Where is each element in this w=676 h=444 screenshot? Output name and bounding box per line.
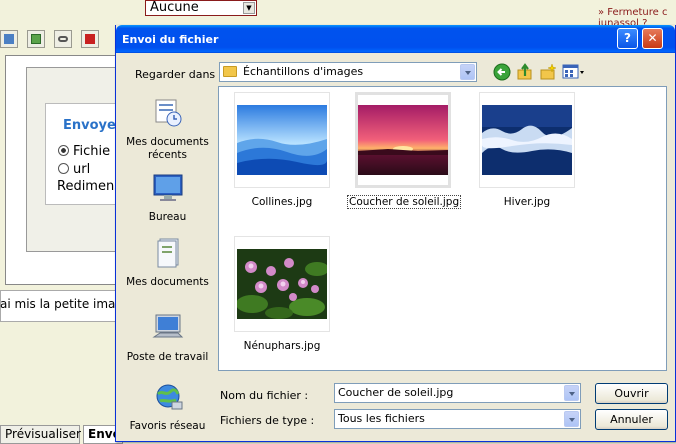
resize-label: Redimens xyxy=(57,179,121,194)
new-folder-icon[interactable] xyxy=(539,63,557,81)
filename-input[interactable]: Coucher de soleil.jpg xyxy=(334,383,581,403)
back-icon[interactable] xyxy=(493,63,511,81)
help-button[interactable]: ? xyxy=(617,28,638,49)
file-upload-dialog: Envoi du fichier ? ✕ Regarder dans : Éch… xyxy=(115,25,676,442)
places-bar: Mes documents récents Bureau Mes documen… xyxy=(121,88,214,433)
place-my-documents-label: Mes documents xyxy=(126,276,209,288)
folder-icon xyxy=(223,66,237,77)
file-thumbnail xyxy=(234,92,330,188)
message-text: ai mis la petite ima xyxy=(0,297,116,311)
filename-label: Nom du fichier : xyxy=(220,389,309,402)
my-computer-icon xyxy=(151,314,183,338)
place-recent-documents[interactable]: Mes documents récents xyxy=(121,98,214,162)
sunset-image xyxy=(358,105,448,175)
desktop-icon xyxy=(153,174,182,201)
file-name: Coucher de soleil.jpg xyxy=(346,195,462,209)
place-my-computer[interactable]: Poste de travail xyxy=(121,313,214,364)
filetype-label: Fichiers de type : xyxy=(220,414,315,427)
close-button[interactable]: ✕ xyxy=(642,28,663,49)
insert-table-icon[interactable] xyxy=(0,30,18,48)
place-recent-label: Mes documents récents xyxy=(126,136,209,161)
place-network[interactable]: Favoris réseau xyxy=(121,382,214,433)
look-in-select[interactable]: Échantillons d'images xyxy=(219,62,477,82)
file-name: Hiver.jpg xyxy=(503,196,551,208)
filetype-value: Tous les fichiers xyxy=(338,412,425,425)
chevron-down-icon[interactable] xyxy=(460,64,475,80)
place-my-computer-label: Poste de travail xyxy=(126,351,209,363)
radio-url[interactable]: url xyxy=(58,162,90,177)
file-thumbnail xyxy=(234,236,330,332)
file-item-selected[interactable]: Coucher de soleil.jpg xyxy=(346,92,462,209)
radio-checked-icon xyxy=(58,145,69,156)
file-item[interactable]: Collines.jpg xyxy=(227,92,337,208)
insert-image-icon[interactable] xyxy=(27,30,45,48)
file-name: Nénuphars.jpg xyxy=(243,340,321,352)
view-menu-icon[interactable] xyxy=(562,63,586,81)
look-in-label: Regarder dans : xyxy=(135,68,223,81)
dialog-titlebar[interactable]: Envoi du fichier ? ✕ xyxy=(116,25,675,53)
look-in-value: Échantillons d'images xyxy=(243,65,364,78)
file-item[interactable]: Hiver.jpg xyxy=(472,92,582,208)
filetype-select[interactable]: Tous les fichiers xyxy=(334,409,581,429)
filename-value: Coucher de soleil.jpg xyxy=(338,386,454,399)
background-select-value: Aucune xyxy=(150,0,199,15)
water-lilies-image xyxy=(237,249,327,319)
tab-preview[interactable]: Prévisualiser xyxy=(0,425,81,444)
place-desktop[interactable]: Bureau xyxy=(121,173,214,224)
chevron-down-icon[interactable] xyxy=(564,385,579,401)
chevron-down-icon[interactable] xyxy=(564,411,579,427)
upload-box-title: Envoye xyxy=(63,118,116,133)
background-link-line1: » Fermeture c xyxy=(598,7,668,18)
radio-file-label: Fichie xyxy=(73,144,111,159)
chevron-down-icon: ▼ xyxy=(243,2,255,14)
dialog-title: Envoi du fichier xyxy=(122,33,219,46)
up-folder-icon[interactable] xyxy=(516,63,534,81)
cancel-button[interactable]: Annuler xyxy=(595,409,668,430)
winter-image xyxy=(482,105,572,175)
place-desktop-label: Bureau xyxy=(148,211,187,223)
radio-unchecked-icon xyxy=(58,163,69,174)
editor-toolbar xyxy=(0,30,120,50)
insert-link-icon[interactable] xyxy=(54,30,72,48)
upload-box: Envoye Fichie url Redimens xyxy=(45,103,125,205)
my-documents-icon xyxy=(157,238,178,268)
radio-file[interactable]: Fichie xyxy=(58,144,110,159)
open-button[interactable]: Ouvrir xyxy=(595,383,668,404)
file-thumbnail xyxy=(355,92,451,188)
file-name: Collines.jpg xyxy=(251,196,313,208)
file-thumbnail xyxy=(479,92,575,188)
radio-url-label: url xyxy=(73,162,91,177)
place-my-documents[interactable]: Mes documents xyxy=(121,238,214,289)
place-network-label: Favoris réseau xyxy=(129,420,206,432)
hills-image xyxy=(237,105,327,175)
network-places-icon xyxy=(156,384,182,410)
file-item[interactable]: Nénuphars.jpg xyxy=(227,236,337,352)
background-select[interactable]: Aucune ▼ xyxy=(145,0,257,16)
file-list[interactable]: Collines.jpg Coucher de soleil.jpg Hiver… xyxy=(218,86,667,371)
recent-documents-icon xyxy=(155,99,181,127)
insert-flash-icon[interactable] xyxy=(81,30,99,48)
